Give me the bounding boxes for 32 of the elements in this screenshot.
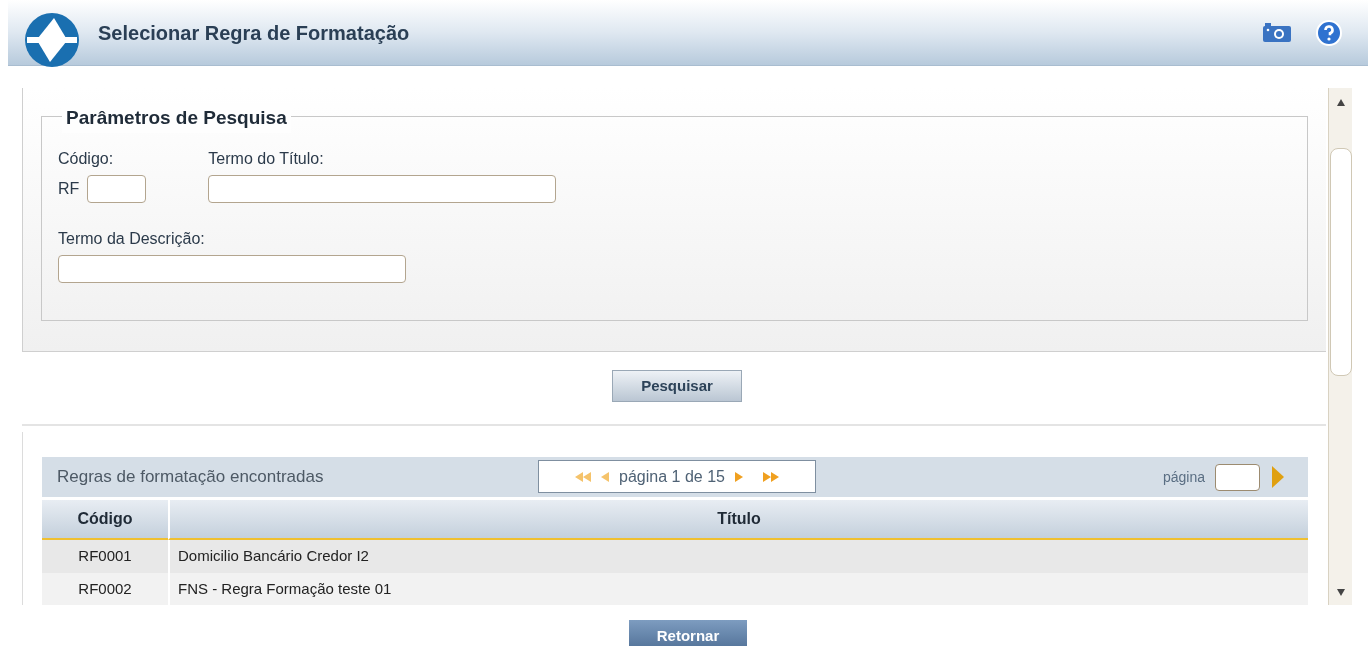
return-button[interactable]: Retornar bbox=[629, 620, 747, 646]
page-indicator: página 1 de 15 bbox=[619, 466, 725, 487]
logo bbox=[24, 11, 80, 68]
title-field[interactable] bbox=[208, 175, 557, 203]
table-cell: FNS - Regra Formação teste 01 bbox=[168, 573, 1308, 605]
field-label: Código: bbox=[58, 149, 115, 169]
search-button[interactable]: Pesquisar bbox=[612, 370, 742, 402]
scroll-up-icon[interactable] bbox=[1335, 98, 1346, 108]
go-arrow-icon[interactable] bbox=[1272, 466, 1284, 488]
scrollbar[interactable] bbox=[1328, 88, 1352, 605]
camera-icon[interactable] bbox=[1262, 22, 1292, 43]
scroll-thumb[interactable] bbox=[1329, 148, 1352, 376]
table-cell: RF0001 bbox=[42, 540, 168, 573]
first-page-icon[interactable] bbox=[575, 471, 592, 482]
results-title: Regras de formatação encontradas bbox=[57, 466, 324, 489]
field-label: Termo do Título: bbox=[208, 149, 325, 169]
field-prefix: RF bbox=[58, 179, 80, 199]
scroll-down-icon[interactable] bbox=[1335, 587, 1346, 597]
help-icon[interactable] bbox=[1316, 19, 1342, 46]
description-field[interactable] bbox=[58, 255, 406, 283]
column-header[interactable]: Título bbox=[168, 500, 1308, 540]
previous-page-icon[interactable] bbox=[601, 471, 610, 482]
window-title: Selecionar Regra de Formatação bbox=[98, 20, 410, 46]
next-page-icon[interactable] bbox=[734, 471, 743, 482]
field-label: Termo da Descrição: bbox=[58, 229, 206, 249]
goto-label: página bbox=[1162, 467, 1205, 487]
last-page-icon[interactable] bbox=[762, 471, 779, 482]
table-cell: Domicilio Bancário Credor I2 bbox=[168, 540, 1308, 573]
table-cell: RF0002 bbox=[42, 573, 168, 605]
page-field[interactable] bbox=[1215, 463, 1260, 491]
column-header[interactable]: Código bbox=[42, 500, 168, 540]
code-field[interactable] bbox=[87, 175, 147, 203]
